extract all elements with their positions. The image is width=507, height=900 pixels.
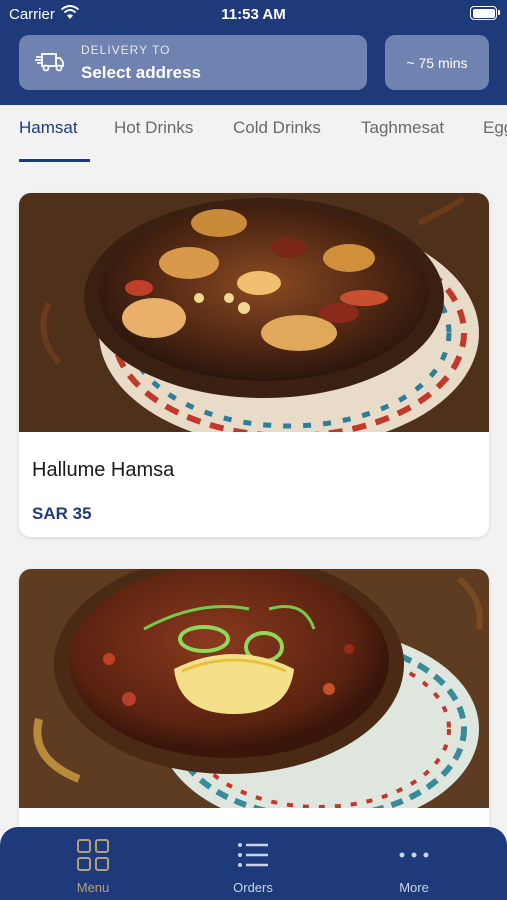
delivery-to-label: DELIVERY TO [81, 43, 171, 57]
food-image [19, 569, 489, 808]
item-name: Hallume Hamsa [32, 459, 175, 481]
active-tab-indicator [19, 159, 90, 162]
nav-menu-label: Menu [76, 880, 110, 895]
more-dots-icon [399, 852, 429, 858]
grid-icon [77, 839, 109, 871]
status-time: 11:53 AM [221, 6, 286, 23]
delivery-eta-badge[interactable]: ~ 75 mins [385, 35, 489, 90]
tab-cold-drinks[interactable]: Cold Drinks [233, 118, 321, 138]
tab-egg[interactable]: Egg [483, 118, 507, 138]
menu-item-card[interactable]: Hallume Hamsa SAR 35 [19, 193, 489, 537]
nav-orders-label: Orders [233, 880, 273, 895]
nav-more[interactable]: More [354, 827, 474, 900]
battery-icon [470, 6, 500, 20]
eta-text: ~ 75 mins [406, 54, 468, 71]
tab-taghmesat[interactable]: Taghmesat [361, 118, 444, 138]
app-header: Carrier 11:53 AM DELIVERY TO Select addr… [0, 0, 507, 105]
status-bar: Carrier 11:53 AM [0, 0, 507, 28]
address-value: Select address [81, 63, 202, 82]
bottom-nav: Menu Orders More [0, 827, 507, 900]
menu-item-card[interactable] [19, 569, 489, 849]
category-tabs: Hamsat Hot Drinks Cold Drinks Taghmesat … [0, 105, 507, 165]
delivery-truck-icon [35, 53, 64, 72]
list-icon [238, 843, 268, 867]
nav-menu[interactable]: Menu [33, 827, 153, 900]
nav-more-label: More [399, 880, 429, 895]
nav-orders[interactable]: Orders [193, 827, 313, 900]
tab-hot-drinks[interactable]: Hot Drinks [114, 118, 193, 138]
item-price: SAR 35 [32, 504, 92, 523]
tab-hamsat[interactable]: Hamsat [19, 118, 78, 138]
food-image [19, 193, 489, 432]
delivery-address-button[interactable]: DELIVERY TO Select address [19, 35, 367, 90]
